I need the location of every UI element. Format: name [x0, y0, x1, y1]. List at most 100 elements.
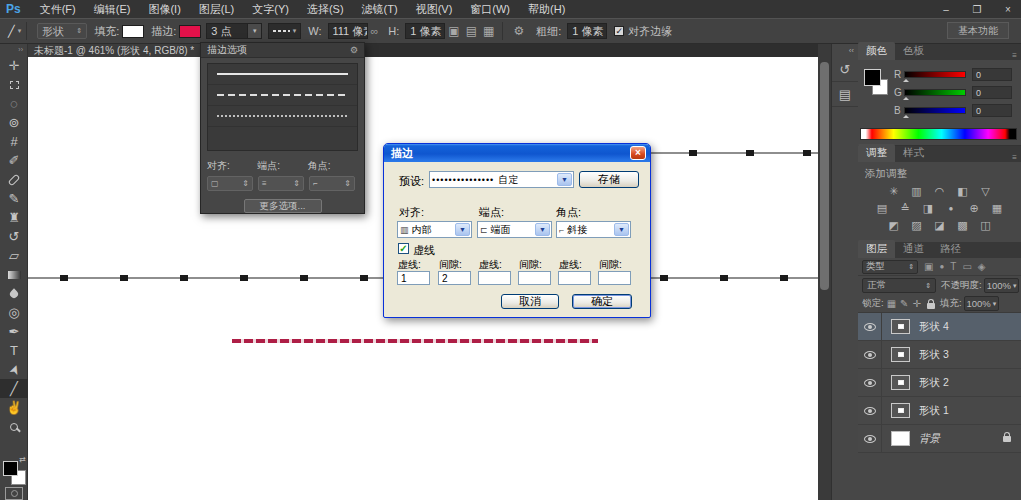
layer-thumbnail[interactable]	[891, 375, 910, 390]
expand-panels-icon[interactable]: ‹‹	[832, 44, 858, 57]
visibility-toggle[interactable]	[858, 425, 882, 452]
layer-row-shape2[interactable]: 形状 2	[858, 369, 1021, 397]
invert-icon[interactable]: ◩	[886, 219, 902, 232]
filter-type-icon[interactable]: T	[950, 261, 956, 272]
history-panel-icon[interactable]: ↺	[832, 57, 858, 82]
filter-shape-icon[interactable]: ▭	[962, 261, 971, 272]
weight-field[interactable]: 1 像素	[567, 23, 607, 39]
tab-paths[interactable]: 路径	[932, 240, 969, 258]
panel-menu-icon[interactable]: ≡	[1012, 153, 1021, 162]
stroke-width-dropdown[interactable]: ▾	[248, 23, 262, 39]
menu-window[interactable]: 窗口(W)	[461, 0, 519, 18]
stroke-type-select[interactable]: ▾	[268, 23, 301, 39]
tool-gradient[interactable]	[0, 265, 28, 284]
tab-color[interactable]: 颜色	[858, 42, 895, 60]
caps-select[interactable]: ⊏端面 ▼	[477, 221, 552, 238]
toolbar-expand-icon[interactable]: ››	[0, 44, 27, 56]
tool-path-select[interactable]: ➤	[0, 360, 28, 379]
corners-select[interactable]: ⌐斜接 ▼	[556, 221, 631, 238]
stroke-style-dashed[interactable]	[208, 85, 357, 106]
tool-marquee[interactable]	[0, 75, 28, 94]
stroke-style-dotted[interactable]	[208, 106, 357, 127]
opacity-value[interactable]: 100%▾	[984, 278, 1020, 293]
tool-hand[interactable]: ✌	[0, 398, 28, 417]
menu-select[interactable]: 选择(S)	[298, 0, 353, 18]
curves-icon[interactable]: ◠	[932, 185, 948, 198]
panel-menu-icon[interactable]: ≡	[1012, 51, 1021, 60]
corners-select[interactable]: ⌐⇕	[309, 176, 355, 191]
filter-pixel-icon[interactable]: ▣	[924, 261, 933, 272]
link-dimensions-icon[interactable]: ∞	[371, 25, 379, 37]
layer-row-shape1[interactable]: 形状 1	[858, 397, 1021, 425]
lock-transparency-icon[interactable]: ▦	[887, 298, 896, 309]
shape-width-field[interactable]: 111 像素	[328, 23, 368, 39]
tool-type[interactable]: T	[0, 341, 28, 360]
scrollbar-thumb[interactable]	[820, 62, 829, 290]
tool-history-brush[interactable]: ↺	[0, 227, 28, 246]
document-tab[interactable]: 未标题-1 @ 461% (形状 4, RGB/8) * ×	[28, 44, 214, 57]
tab-channels[interactable]: 通道	[895, 240, 932, 258]
gap-input-3[interactable]	[598, 271, 631, 285]
align-edges-checkbox[interactable]: ✓	[614, 26, 624, 36]
hue-saturation-icon[interactable]: ▤	[874, 202, 890, 215]
channel-g-slider[interactable]	[904, 89, 966, 96]
tool-clone-stamp[interactable]: ♜	[0, 208, 28, 227]
visibility-toggle[interactable]	[858, 341, 882, 368]
tab-adjustments[interactable]: 调整	[858, 144, 895, 162]
layer-row-shape3[interactable]: 形状 3	[858, 341, 1021, 369]
blend-mode-select[interactable]: 正常⇕	[862, 278, 936, 293]
menu-edit[interactable]: 编辑(E)	[85, 0, 140, 18]
layer-thumbnail[interactable]	[891, 319, 910, 334]
tab-swatches[interactable]: 色板	[895, 42, 932, 60]
tool-quick-select[interactable]: ⊚	[0, 113, 28, 132]
dashed-line-checkbox[interactable]: ✓	[398, 243, 409, 254]
dash-input-1[interactable]	[397, 271, 430, 285]
active-tool-preview[interactable]: ╱ ▾	[8, 25, 21, 38]
tool-blur[interactable]	[0, 284, 28, 303]
tool-lasso[interactable]: ◌	[0, 94, 28, 113]
cancel-button[interactable]: 取消	[501, 294, 559, 309]
layer-filter-select[interactable]: 类型⇕	[862, 260, 918, 274]
filter-adjustment-icon[interactable]: ●	[939, 262, 944, 271]
filter-smart-icon[interactable]: ◈	[978, 261, 986, 272]
menu-image[interactable]: 图像(I)	[139, 0, 189, 18]
tool-dodge[interactable]: ◎	[0, 303, 28, 322]
channel-b-slider[interactable]	[904, 107, 966, 114]
visibility-toggle[interactable]	[858, 369, 882, 396]
visibility-toggle[interactable]	[858, 313, 882, 340]
tool-mode-select[interactable]: 形状 ⇕	[37, 23, 87, 39]
menu-type[interactable]: 文字(Y)	[243, 0, 298, 18]
channel-g-value[interactable]: 0	[972, 86, 1012, 99]
gap-input-1[interactable]	[438, 271, 471, 285]
stroke-width-field[interactable]: 3 点	[206, 23, 248, 39]
photo-filter-icon[interactable]: ●	[943, 202, 959, 215]
caps-select[interactable]: ≡⇕	[258, 176, 304, 191]
properties-panel-icon[interactable]: ▤	[832, 82, 858, 107]
channel-r-value[interactable]: 0	[972, 68, 1012, 81]
visibility-toggle[interactable]	[858, 397, 882, 424]
levels-icon[interactable]: ▥	[909, 185, 925, 198]
tool-eraser[interactable]: ▱	[0, 246, 28, 265]
menu-view[interactable]: 视图(V)	[407, 0, 462, 18]
vibrance-icon[interactable]: ▽	[978, 185, 994, 198]
preset-select[interactable]: ••••••••••••••• 自定 ▼	[429, 171, 574, 188]
layer-row-shape4[interactable]: 形状 4	[858, 313, 1021, 341]
foreground-color-swatch[interactable]	[864, 69, 881, 86]
channel-r-slider[interactable]	[904, 71, 966, 78]
layer-row-background[interactable]: 背景	[858, 425, 1021, 453]
posterize-icon[interactable]: ▨	[909, 219, 925, 232]
shape-height-field[interactable]: 1 像素	[405, 23, 445, 39]
color-balance-icon[interactable]: ≙	[897, 202, 913, 215]
menu-filter[interactable]: 滤镜(T)	[353, 0, 407, 18]
path-arrangement-icon[interactable]: ▦	[483, 24, 494, 38]
stroke-style-solid[interactable]	[208, 64, 357, 85]
tool-zoom[interactable]	[0, 417, 28, 436]
layer-thumbnail[interactable]	[891, 403, 910, 418]
tool-crop[interactable]: #	[0, 132, 28, 151]
black-white-icon[interactable]: ◨	[920, 202, 936, 215]
fill-swatch[interactable]	[122, 25, 144, 38]
save-button[interactable]: 存储	[579, 171, 639, 188]
dash-input-2[interactable]	[478, 271, 511, 285]
menu-file[interactable]: 文件(F)	[31, 0, 85, 18]
align-select[interactable]: ▥内部 ▼	[397, 221, 472, 238]
